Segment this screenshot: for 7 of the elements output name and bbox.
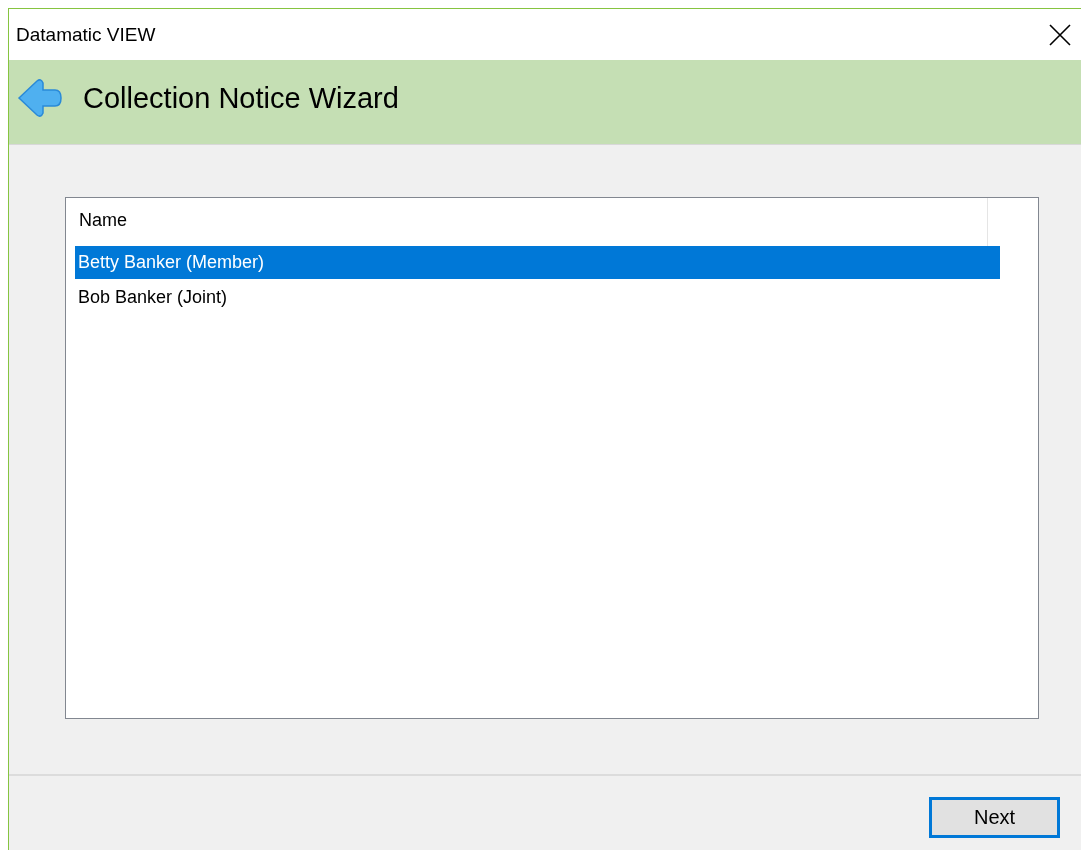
wizard-title: Collection Notice Wizard xyxy=(83,81,399,115)
arrow-icon[interactable] xyxy=(17,78,63,118)
list-item[interactable]: Betty Banker (Member) xyxy=(75,246,1000,279)
list-item[interactable]: Bob Banker (Joint) xyxy=(75,281,1000,314)
window-title: Datamatic VIEW xyxy=(16,23,156,46)
next-button[interactable]: Next xyxy=(929,797,1060,838)
close-icon[interactable] xyxy=(1049,23,1071,46)
